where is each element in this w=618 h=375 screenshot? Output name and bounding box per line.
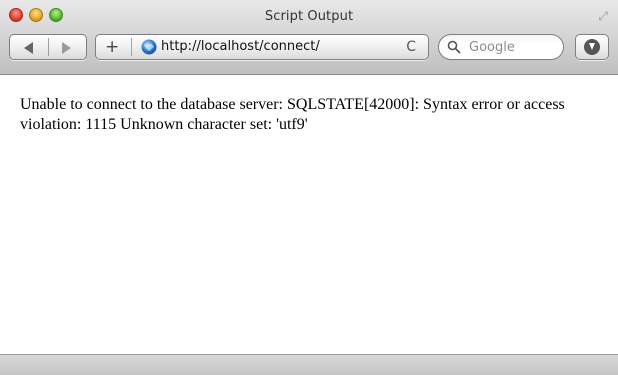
search-field[interactable]: Google [438,34,564,60]
add-bookmark-button[interactable]: + [105,37,119,57]
error-message: Unable to connect to the database server… [20,96,565,133]
search-icon [447,40,461,54]
navigation-buttons [9,34,87,60]
status-bar [0,354,618,375]
download-arrow-icon [589,43,595,50]
window-chrome: Script Output ⤢ + http://localhost/conne… [0,0,618,75]
downloads-button[interactable] [575,34,609,60]
search-placeholder: Google [469,40,515,55]
forward-button[interactable] [62,42,71,54]
address-separator [131,38,132,56]
fullscreen-icon[interactable]: ⤢ [596,9,610,23]
back-button[interactable] [24,42,33,54]
window-title: Script Output [264,9,354,24]
address-bar[interactable]: + http://localhost/connect/ C [95,34,429,60]
globe-icon [141,39,157,55]
reload-button[interactable]: C [406,38,416,56]
browser-window: Script Output ⤢ + http://localhost/conne… [0,0,618,375]
nav-separator [48,38,49,56]
page-content: Unable to connect to the database server… [0,75,618,354]
url-text[interactable]: http://localhost/connect/ [161,39,320,54]
